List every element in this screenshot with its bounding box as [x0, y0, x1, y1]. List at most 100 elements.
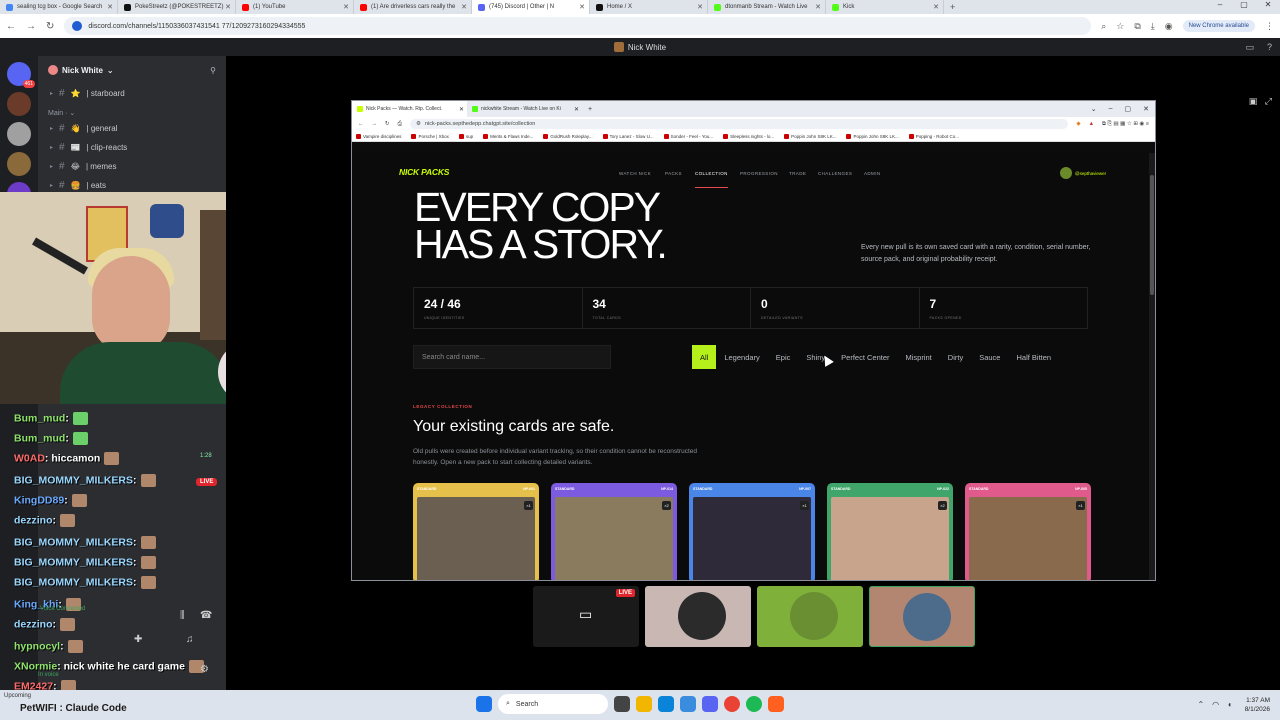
- bookmark-item[interactable]: Tory Lanez - Slow U...: [602, 133, 654, 139]
- bookmark-item[interactable]: Merits & Flaws Inde...: [483, 133, 533, 139]
- chat-username[interactable]: BIG_MOMMY_MILKERS: [14, 474, 133, 486]
- file-explorer-icon[interactable]: [636, 696, 652, 712]
- inner-browser-tab[interactable]: nickwhite Stream - Watch Live on Ki ✕: [467, 101, 582, 117]
- warning-icon[interactable]: ▲: [1089, 121, 1094, 127]
- scroll-thumb[interactable]: [1150, 175, 1154, 295]
- forward-icon[interactable]: →: [26, 21, 36, 32]
- server-header[interactable]: Nick White ⌄ ⚲: [38, 56, 226, 84]
- filter-chip[interactable]: Legendary: [716, 345, 767, 369]
- user-chip[interactable]: @septhaviewer: [1060, 167, 1106, 179]
- server-icon-2[interactable]: [7, 122, 31, 146]
- taskbar-clock[interactable]: 1:37 AM 8/1/2026: [1245, 696, 1270, 714]
- collection-card[interactable]: STANDARD NP-001 ×1: [413, 483, 539, 580]
- site-info-icon[interactable]: [72, 21, 83, 31]
- participant-tile-screen-share[interactable]: LIVE ▭: [533, 586, 639, 647]
- store-icon[interactable]: [680, 696, 696, 712]
- server-icon-3[interactable]: [7, 152, 31, 176]
- url-input[interactable]: discord.com/channels/1150336037431541 77…: [64, 17, 1092, 35]
- collection-card[interactable]: STANDARD NP-005 ×1: [965, 483, 1091, 580]
- browser-tab[interactable]: dtonmanb Stream - Watch Live ✕: [708, 0, 826, 14]
- bookmark-item[interactable]: Porsche | Xbox: [411, 133, 449, 139]
- discord-icon[interactable]: [702, 696, 718, 712]
- tray-chevron-icon[interactable]: ⌃: [1197, 700, 1204, 709]
- tab-close-icon[interactable]: ✕: [815, 3, 821, 11]
- picture-in-picture-icon[interactable]: ▣: [1249, 96, 1258, 106]
- participant-tile-marvel-avatar[interactable]: [645, 586, 751, 647]
- filter-chip[interactable]: All: [692, 345, 717, 369]
- chat-username[interactable]: Bum_mud: [14, 432, 65, 444]
- menu-icon[interactable]: ⋮: [1265, 21, 1274, 32]
- browser-tab[interactable]: sealing tcg box - Google Search ✕: [0, 0, 118, 14]
- nick-packs-logo[interactable]: NICK PACKS: [399, 167, 449, 177]
- nav-trade[interactable]: TRADE: [789, 171, 806, 176]
- tab-close-icon[interactable]: ✕: [574, 106, 579, 113]
- tab-close-icon[interactable]: ✕: [461, 3, 467, 11]
- nav-collection[interactable]: COLLECTION: [695, 171, 728, 176]
- inner-back-icon[interactable]: ←: [358, 121, 364, 127]
- channel-item[interactable]: ▸ # 📰 | clip-reacts: [38, 138, 226, 157]
- participant-tile-selfie-avatar[interactable]: [869, 586, 975, 647]
- browser-tab[interactable]: (745) Discord | Other | N ✕: [472, 0, 590, 14]
- inner-forward-icon[interactable]: →: [372, 121, 378, 127]
- zoom-icon[interactable]: ⌕: [1101, 21, 1106, 32]
- nav-watch-nick[interactable]: WATCH NICK: [619, 171, 651, 176]
- spotify-icon[interactable]: [746, 696, 762, 712]
- channel-item[interactable]: ▸ # 👋 | general: [38, 119, 226, 138]
- browser-tab[interactable]: (1) Are driverless cars really the ✕: [354, 0, 472, 14]
- chat-username[interactable]: KingDD89: [14, 494, 64, 506]
- channel-item[interactable]: ▸ # 😂 | memes: [38, 157, 226, 176]
- nav-admin[interactable]: ADMIN: [864, 171, 881, 176]
- activities-icon[interactable]: ✚: [134, 634, 142, 645]
- soundboard-icon[interactable]: ♫: [186, 634, 194, 645]
- inner-maximize-icon[interactable]: ▢: [1125, 105, 1132, 113]
- start-icon[interactable]: [476, 696, 492, 712]
- inbox-icon[interactable]: ▭: [1245, 42, 1254, 53]
- wifi-icon[interactable]: ◠: [1212, 700, 1219, 709]
- back-icon[interactable]: ←: [6, 21, 16, 32]
- bookmark-item[interactable]: sup: [458, 133, 473, 139]
- collection-card[interactable]: STANDARD NP-007 ×1: [689, 483, 815, 580]
- nav-packs[interactable]: PACKS: [665, 171, 682, 176]
- tab-close-icon[interactable]: ✕: [579, 3, 585, 11]
- brave-shield-icon[interactable]: ◆: [1076, 121, 1080, 127]
- collection-card[interactable]: STANDARD NP-022 ×2: [827, 483, 953, 580]
- profile-icon[interactable]: ◉: [1165, 21, 1173, 32]
- maximize-icon[interactable]: ▢: [1232, 0, 1256, 9]
- signal-icon[interactable]: ⫼: [180, 610, 185, 621]
- inner-reload-icon[interactable]: ↻: [385, 121, 390, 127]
- minimize-icon[interactable]: –: [1208, 0, 1232, 9]
- task-view-icon[interactable]: [614, 696, 630, 712]
- chrome-icon[interactable]: [724, 696, 740, 712]
- tab-close-icon[interactable]: ✕: [343, 3, 349, 11]
- tab-close-icon[interactable]: ✕: [933, 3, 939, 11]
- chat-username[interactable]: BIG_MOMMY_MILKERS: [14, 576, 133, 588]
- collection-card[interactable]: STANDARD NP-014 ×2: [551, 483, 677, 580]
- reload-icon[interactable]: ↻: [46, 21, 54, 32]
- inner-minimize-icon[interactable]: –: [1109, 105, 1113, 113]
- chat-username[interactable]: W0AD: [14, 452, 45, 464]
- inner-browser-tab[interactable]: Nick Packs — Watch. Rip. Collect. ✕: [352, 101, 467, 117]
- inner-url-input[interactable]: ⚙ nick-packs.septhedepp.chatgpt.site/col…: [410, 119, 1069, 129]
- inner-bookmark-icon[interactable]: ⎙: [398, 121, 402, 128]
- bookmark-item[interactable]: GoldRush Roleplay...: [543, 133, 593, 139]
- disconnect-icon[interactable]: ☎: [200, 610, 212, 621]
- chat-username[interactable]: dezzino: [14, 514, 53, 526]
- browser-tab[interactable]: PokeStreetz (@POKESTREETZ) ✕: [118, 0, 236, 14]
- filter-chip[interactable]: Misprint: [898, 345, 940, 369]
- server-icon-1[interactable]: [7, 92, 31, 116]
- chat-username[interactable]: BIG_MOMMY_MILKERS: [14, 556, 133, 568]
- channel-starboard[interactable]: ▸ # ⭐ | starboard: [38, 84, 226, 103]
- tab-close-icon[interactable]: ✕: [697, 3, 703, 11]
- bookmark-item[interactable]: Sonder - Feel - You...: [663, 133, 713, 139]
- browser-tab[interactable]: Kick ✕: [826, 0, 944, 14]
- browser-tab[interactable]: (1) YouTube ✕: [236, 0, 354, 14]
- settings-gear-icon[interactable]: ⚙: [200, 664, 209, 675]
- category-main[interactable]: Main · ⌄: [38, 103, 226, 119]
- filter-chip[interactable]: Epic: [768, 345, 799, 369]
- filter-chip[interactable]: Sauce: [971, 345, 1008, 369]
- inner-extensions-icon[interactable]: ⧉ ⎘ ▤ ▦ ☆ ⊞ ◉ ≡: [1102, 121, 1149, 128]
- filter-chip[interactable]: Dirty: [940, 345, 971, 369]
- browser-tab[interactable]: Home / X ✕: [590, 0, 708, 14]
- bookmark-item[interactable]: Vampire disciplines: [356, 133, 401, 139]
- inner-new-tab-icon[interactable]: +: [582, 106, 598, 113]
